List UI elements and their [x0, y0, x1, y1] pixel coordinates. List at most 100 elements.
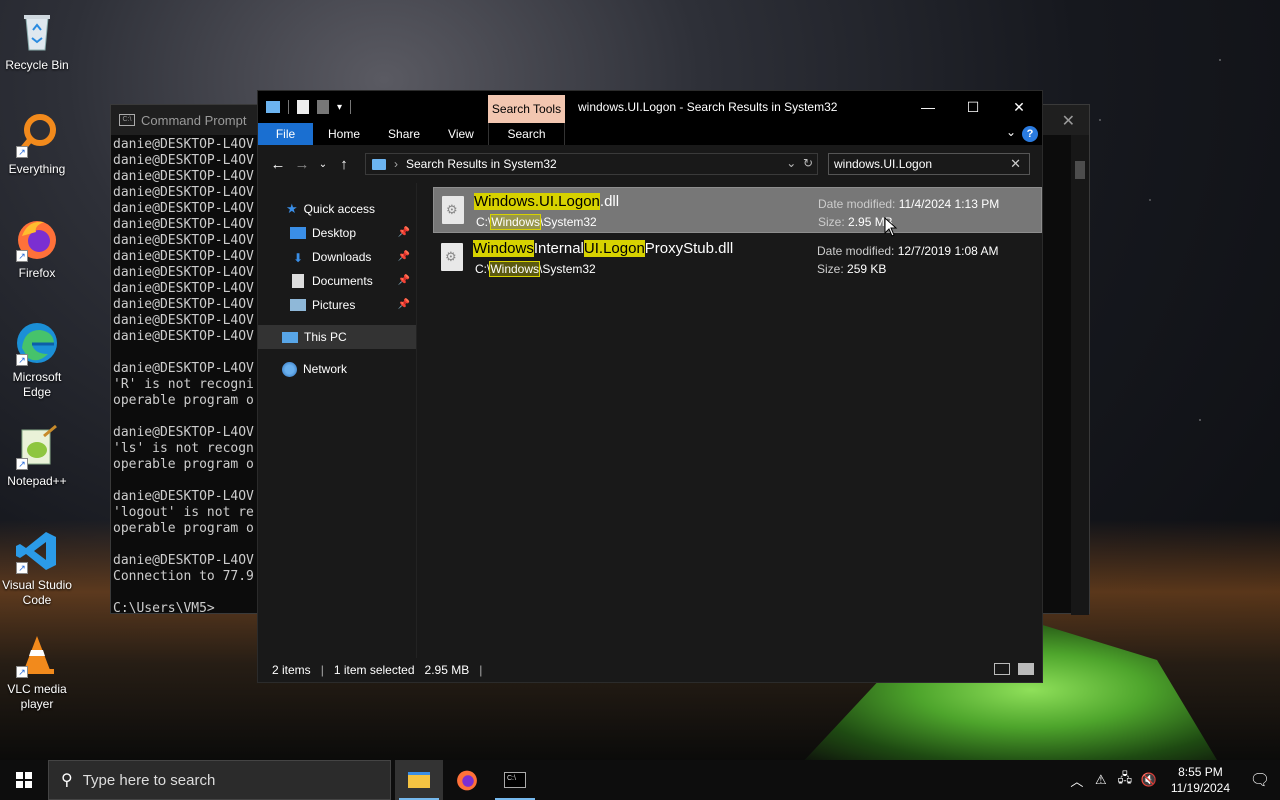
search-input[interactable]: windows.UI.Logon — [834, 157, 932, 171]
cmd-close-icon[interactable]: ✕ — [1062, 111, 1075, 131]
breadcrumb-separator-icon: › — [394, 157, 398, 171]
desktop-icon-vlc[interactable]: ↗ VLC media player — [0, 632, 74, 712]
shortcut-arrow-icon: ↗ — [16, 458, 28, 470]
nav-item-documents[interactable]: Documents 📌 — [258, 269, 416, 293]
file-explorer-window[interactable]: ▾ Search Tools windows.UI.Logon - Search… — [257, 90, 1043, 683]
result-filename: Windows.UI.Logon.dll — [474, 193, 620, 210]
large-icons-view-icon[interactable] — [1018, 663, 1034, 675]
taskbar-search-placeholder: Type here to search — [82, 771, 216, 789]
taskbar-search-box[interactable]: ⚲ Type here to search — [48, 760, 391, 800]
minimize-button[interactable]: — — [905, 91, 951, 123]
search-box[interactable]: windows.UI.Logon ✕ — [828, 153, 1030, 175]
breadcrumb[interactable]: Search Results in System32 — [406, 157, 557, 171]
separator — [350, 100, 352, 114]
security-icon[interactable]: ⚠ — [1089, 772, 1113, 788]
status-bar: 2 items | 1 item selected 2.95 MB | — [258, 658, 1042, 682]
result-item[interactable]: WindowsInternalUI.LogonProxyStub.dll C:\… — [433, 235, 1042, 281]
expand-ribbon-icon[interactable]: ⌄ — [1006, 125, 1016, 139]
cmd-icon: C:\ — [504, 772, 526, 788]
firefox-icon — [457, 770, 477, 791]
arrow-up-icon: ↑ — [340, 155, 348, 173]
desktop-icon-firefox[interactable]: ↗ Firefox — [0, 216, 74, 281]
nav-item-network[interactable]: Network — [258, 357, 416, 381]
pin-icon[interactable]: 📌 — [398, 251, 410, 262]
status-separator: | — [479, 663, 483, 677]
nav-item-desktop[interactable]: Desktop 📌 — [258, 221, 416, 245]
desktop-icon-recycle-bin[interactable]: Recycle Bin — [0, 8, 74, 73]
customize-qa-icon[interactable]: ▾ — [337, 102, 342, 113]
download-arrow-icon: ⬇ — [292, 251, 304, 265]
desktop-icon-notepadpp[interactable]: ↗ Notepad++ — [0, 424, 74, 489]
network-tray-icon[interactable]: 🖧 — [1113, 769, 1137, 791]
explorer-titlebar[interactable]: ▾ Search Tools windows.UI.Logon - Search… — [258, 91, 1042, 123]
maximize-button[interactable]: ☐ — [950, 91, 996, 123]
shortcut-arrow-icon: ↗ — [16, 354, 28, 366]
tab-home[interactable]: Home — [313, 123, 374, 145]
tab-view[interactable]: View — [434, 123, 488, 145]
new-folder-icon[interactable] — [317, 100, 329, 114]
help-icon[interactable]: ? — [1022, 126, 1038, 142]
cmd-title: Command Prompt — [141, 112, 247, 128]
desktop-icon-edge[interactable]: ↗ Microsoft Edge — [0, 320, 74, 400]
everything-icon: ↗ — [14, 112, 60, 158]
nav-item-quick-access[interactable]: ★ Quick access — [258, 197, 416, 221]
result-size: Size: 2.95 MB — [818, 215, 893, 229]
selection-size: 2.95 MB — [424, 663, 470, 677]
clear-search-icon[interactable]: ✕ — [1010, 156, 1021, 172]
desktop-icon-everything[interactable]: ↗ Everything — [0, 112, 74, 177]
tab-share[interactable]: Share — [374, 123, 434, 145]
pane-divider[interactable] — [416, 183, 417, 658]
back-button[interactable]: ← — [266, 156, 290, 173]
vlc-icon: ↗ — [14, 632, 60, 678]
result-item-selected[interactable]: Windows.UI.Logon.dll C:\Windows\System32… — [433, 187, 1042, 233]
taskbar-file-explorer[interactable] — [395, 760, 443, 800]
recent-locations-button[interactable]: ⌄ — [314, 159, 332, 170]
shortcut-arrow-icon: ↗ — [16, 250, 28, 262]
status-separator: | — [320, 663, 324, 677]
cmd-scroll-thumb[interactable] — [1075, 161, 1085, 179]
chevron-down-icon: ⌄ — [318, 158, 328, 170]
system-tray: ︿ ⚠ 🖧 🔇 8:55 PM 11/19/2024 🗨 — [1065, 760, 1280, 800]
tab-search[interactable]: Search — [488, 123, 565, 145]
taskbar-firefox[interactable] — [443, 760, 491, 800]
selection-count: 1 item selected — [333, 663, 415, 677]
star-icon: ★ — [286, 201, 298, 216]
close-icon: ✕ — [1013, 98, 1025, 115]
search-folder-icon — [372, 158, 386, 170]
address-bar[interactable]: › Search Results in System32 ⌄ ↻ — [365, 153, 818, 175]
start-button[interactable] — [0, 760, 48, 800]
address-dropdown-icon[interactable]: ⌄ — [786, 156, 796, 170]
show-hidden-icons[interactable]: ︿ — [1065, 771, 1089, 790]
vscode-icon: ↗ — [14, 528, 60, 574]
result-path: C:\Windows\System32 — [476, 214, 597, 230]
result-date: Date modified: 11/4/2024 1:13 PM — [818, 197, 1000, 211]
result-date: Date modified: 12/7/2019 1:08 AM — [817, 244, 999, 258]
results-pane[interactable]: Windows.UI.Logon.dll C:\Windows\System32… — [418, 183, 1042, 658]
taskbar-command-prompt[interactable]: C:\ — [491, 760, 539, 800]
nav-item-pictures[interactable]: Pictures 📌 — [258, 293, 416, 317]
nav-item-downloads[interactable]: ⬇ Downloads 📌 — [258, 245, 416, 269]
close-button[interactable]: ✕ — [996, 91, 1042, 123]
arrow-left-icon: ← — [270, 155, 286, 173]
firefox-icon: ↗ — [14, 216, 60, 262]
document-icon — [292, 274, 304, 288]
computer-icon — [282, 331, 298, 343]
notification-center-icon[interactable]: 🗨 — [1240, 770, 1280, 790]
cmd-scrollbar[interactable] — [1071, 135, 1089, 615]
pin-icon[interactable]: 📌 — [398, 299, 410, 310]
pin-icon[interactable]: 📌 — [398, 227, 410, 238]
refresh-icon[interactable]: ↻ — [803, 156, 813, 170]
desktop-folder-icon — [290, 227, 306, 239]
desktop-icon-vscode[interactable]: ↗ Visual Studio Code — [0, 528, 74, 608]
forward-button[interactable]: → — [290, 156, 314, 173]
details-view-icon[interactable] — [994, 663, 1010, 675]
pin-icon[interactable]: 📌 — [398, 275, 410, 286]
shortcut-arrow-icon: ↗ — [16, 562, 28, 574]
tab-file[interactable]: File — [258, 123, 313, 145]
up-button[interactable]: ↑ — [332, 156, 356, 173]
properties-icon[interactable] — [297, 100, 309, 114]
clock[interactable]: 8:55 PM 11/19/2024 — [1161, 764, 1240, 796]
result-size: Size: 259 KB — [817, 262, 887, 276]
nav-item-this-pc[interactable]: This PC — [258, 325, 416, 349]
volume-muted-icon[interactable]: 🔇 — [1137, 772, 1161, 788]
